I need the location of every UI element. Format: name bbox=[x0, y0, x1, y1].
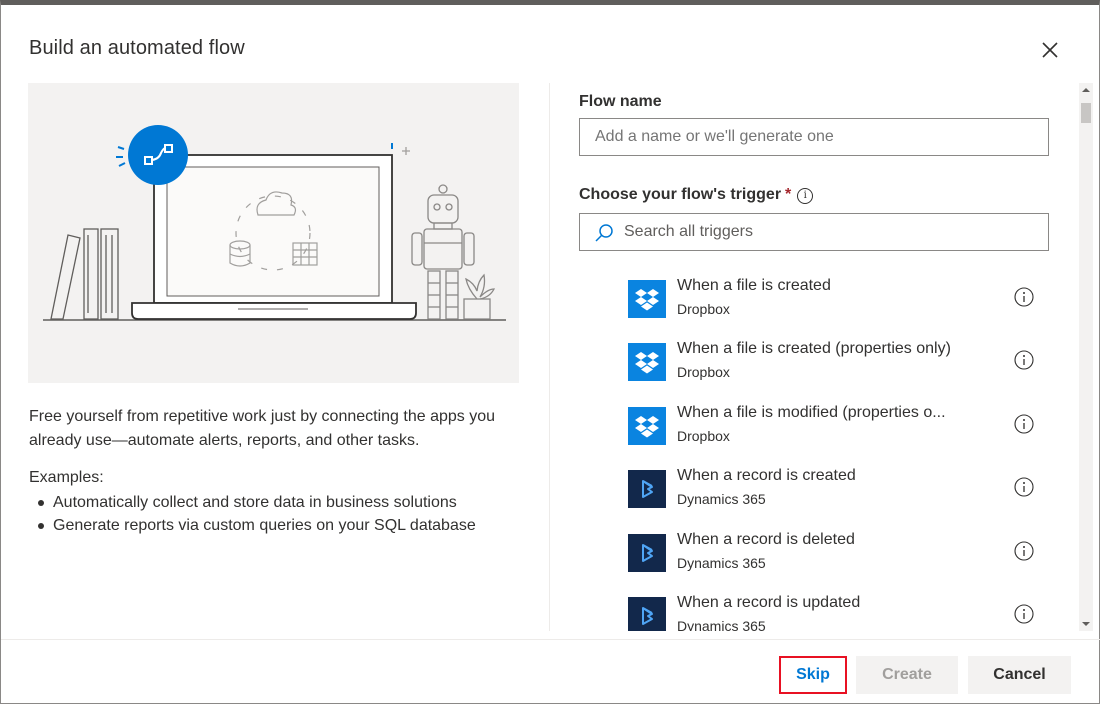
trigger-list: When a file is created Dropbox When a fi… bbox=[611, 263, 1051, 631]
trigger-connector: Dropbox bbox=[677, 364, 730, 380]
info-icon[interactable] bbox=[1014, 604, 1034, 624]
trigger-search-input[interactable]: Search all triggers bbox=[579, 213, 1049, 251]
skip-button[interactable]: Skip bbox=[779, 656, 847, 694]
laptop-robot-illustration bbox=[43, 125, 506, 321]
examples-list: Automatically collect and store data in … bbox=[29, 491, 476, 537]
examples-label: Examples: bbox=[29, 469, 104, 486]
info-icon[interactable]: i bbox=[797, 188, 814, 204]
scroll-thumb[interactable] bbox=[1081, 103, 1091, 123]
cancel-button[interactable]: Cancel bbox=[968, 656, 1071, 694]
close-button[interactable] bbox=[1037, 37, 1063, 63]
flow-name-label: Flow name bbox=[579, 93, 662, 110]
trigger-item[interactable]: When a record is updated Dynamics 365 bbox=[611, 580, 1051, 631]
trigger-title: When a file is modified (properties o... bbox=[677, 404, 946, 421]
dynamics-365-icon bbox=[628, 470, 666, 508]
example-item: Generate reports via custom queries on y… bbox=[29, 514, 476, 537]
dropbox-icon bbox=[628, 280, 666, 318]
info-icon[interactable] bbox=[1014, 287, 1034, 307]
trigger-title: When a record is created bbox=[677, 467, 856, 484]
trigger-item[interactable]: When a record is deleted Dynamics 365 bbox=[611, 517, 1051, 581]
trigger-connector: Dropbox bbox=[677, 428, 730, 444]
trigger-label-text: Choose your flow's trigger bbox=[579, 186, 782, 203]
trigger-connector: Dynamics 365 bbox=[677, 555, 766, 571]
trigger-item[interactable]: When a file is created (properties only)… bbox=[611, 326, 1051, 390]
scroll-down-icon[interactable] bbox=[1079, 617, 1093, 631]
trigger-item[interactable]: When a record is created Dynamics 365 bbox=[611, 453, 1051, 517]
trigger-connector: Dynamics 365 bbox=[677, 618, 766, 631]
required-marker: * bbox=[785, 186, 792, 203]
search-placeholder: Search all triggers bbox=[624, 223, 753, 240]
column-divider bbox=[549, 83, 550, 631]
example-item: Automatically collect and store data in … bbox=[29, 491, 476, 514]
flow-name-input[interactable] bbox=[579, 118, 1049, 156]
info-icon[interactable] bbox=[1014, 414, 1034, 434]
scroll-up-icon[interactable] bbox=[1079, 83, 1093, 97]
dynamics-365-icon bbox=[628, 597, 666, 631]
flow-description: Free yourself from repetitive work just … bbox=[29, 408, 495, 449]
dialog-title: Build an automated flow bbox=[29, 37, 245, 59]
trigger-title: When a file is created bbox=[677, 277, 831, 294]
trigger-connector: Dynamics 365 bbox=[677, 491, 766, 507]
dynamics-365-icon bbox=[628, 534, 666, 572]
build-flow-dialog: Build an automated flow Free yourself fr… bbox=[0, 0, 1100, 704]
create-button[interactable]: Create bbox=[856, 656, 958, 694]
trigger-connector: Dropbox bbox=[677, 301, 730, 317]
trigger-item[interactable]: When a file is created Dropbox bbox=[611, 263, 1051, 327]
illustration bbox=[28, 83, 519, 383]
trigger-item[interactable]: When a file is modified (properties o...… bbox=[611, 390, 1051, 454]
info-icon[interactable] bbox=[1014, 541, 1034, 561]
footer-divider bbox=[1, 639, 1100, 640]
trigger-title: When a record is updated bbox=[677, 594, 861, 611]
trigger-title: When a file is created (properties only) bbox=[677, 340, 951, 357]
dropbox-icon bbox=[628, 343, 666, 381]
scrollbar[interactable] bbox=[1079, 83, 1093, 631]
dropbox-icon bbox=[628, 407, 666, 445]
search-icon bbox=[595, 224, 613, 242]
trigger-title: When a record is deleted bbox=[677, 531, 855, 548]
trigger-label: Choose your flow's trigger * i bbox=[579, 186, 814, 204]
info-icon[interactable] bbox=[1014, 477, 1034, 497]
info-icon[interactable] bbox=[1014, 350, 1034, 370]
close-icon bbox=[1042, 42, 1058, 58]
